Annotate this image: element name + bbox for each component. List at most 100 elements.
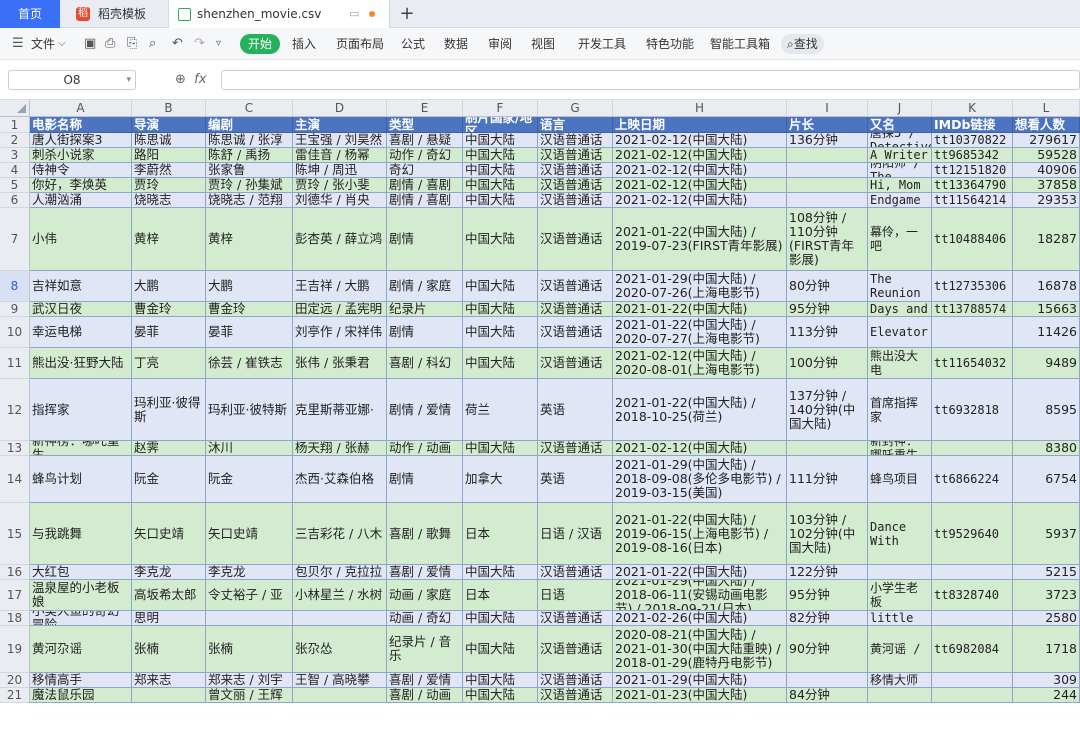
table-cell[interactable]: 喜剧 / 爱情 xyxy=(387,565,463,580)
table-cell[interactable]: 2021-01-22(中国大陆) / 2019-06-15(上海电影节) / 2… xyxy=(613,503,787,565)
table-cell[interactable]: 中国大陆 xyxy=(463,673,538,688)
row-number[interactable]: 16 xyxy=(0,565,30,580)
table-cell[interactable]: 与我跳舞 xyxy=(30,503,132,565)
table-cell[interactable]: 加拿大 xyxy=(463,456,538,503)
header-cell[interactable]: 导演 xyxy=(132,117,206,133)
table-cell[interactable]: 剧情 / 喜剧 xyxy=(387,193,463,208)
new-tab-button[interactable]: + xyxy=(396,0,418,28)
fx-icon[interactable]: fx xyxy=(194,72,206,87)
table-cell[interactable]: 王智 / 高晓攀 xyxy=(293,673,387,688)
row-number[interactable]: 17 xyxy=(0,580,30,611)
table-cell[interactable]: 中国大陆 xyxy=(463,178,538,193)
table-cell[interactable]: 阴阳师 / The xyxy=(868,163,932,178)
column-header-j[interactable]: J xyxy=(868,100,932,117)
undo-icon[interactable]: ↶ xyxy=(172,28,183,60)
table-cell[interactable]: tt6866224 xyxy=(932,456,1013,503)
table-cell[interactable]: 张楠 xyxy=(206,626,293,673)
table-cell[interactable]: 汉语普通话 xyxy=(538,302,613,317)
row-number[interactable]: 19 xyxy=(0,626,30,673)
table-cell[interactable]: 武汉日夜 xyxy=(30,302,132,317)
table-cell[interactable]: 汉语普通话 xyxy=(538,688,613,703)
table-cell[interactable]: 剧情 / 爱情 xyxy=(387,379,463,441)
table-cell[interactable]: 40906 xyxy=(1013,163,1080,178)
table-cell[interactable]: 汉语普通话 xyxy=(538,611,613,626)
header-cell[interactable]: 类型 xyxy=(387,117,463,133)
table-cell[interactable]: 279617 xyxy=(1013,133,1080,148)
spreadsheet-grid[interactable]: A B C D E F G H I J K L 1 电影名称 导演 编剧 主演 类型 制片国家/地区 语言 上映日期 片长… xyxy=(0,100,1080,751)
table-cell[interactable]: 小林星兰 / 水树 xyxy=(293,580,387,611)
table-cell[interactable]: 喜剧 / 爱情 xyxy=(387,673,463,688)
table-cell[interactable] xyxy=(787,148,868,163)
table-cell[interactable]: 309 xyxy=(1013,673,1080,688)
row-number[interactable]: 8 xyxy=(0,271,30,302)
row-number[interactable]: 15 xyxy=(0,503,30,565)
table-cell[interactable]: 李克龙 xyxy=(132,565,206,580)
table-cell[interactable] xyxy=(787,441,868,456)
table-cell[interactable]: Hi, Mom xyxy=(868,178,932,193)
menu-icon[interactable]: ☰ xyxy=(12,28,24,60)
table-cell[interactable]: tt11564214 xyxy=(932,193,1013,208)
table-cell[interactable]: 15663 xyxy=(1013,302,1080,317)
table-cell[interactable]: 汉语普通话 xyxy=(538,441,613,456)
column-header-g[interactable]: G xyxy=(538,100,613,117)
table-cell[interactable]: 中国大陆 xyxy=(463,626,538,673)
table-cell[interactable]: 2021-02-12(中国大陆) xyxy=(613,163,787,178)
table-cell[interactable]: 136分钟 xyxy=(787,133,868,148)
table-cell[interactable]: 11426 xyxy=(1013,317,1080,348)
table-cell[interactable]: 吉祥如意 xyxy=(30,271,132,302)
table-cell[interactable]: 111分钟 xyxy=(787,456,868,503)
table-cell[interactable]: 丁亮 xyxy=(132,348,206,379)
table-cell[interactable]: 张家鲁 xyxy=(206,163,293,178)
table-cell[interactable]: 奇幻 xyxy=(387,163,463,178)
table-cell[interactable]: 喜剧 / 动画 xyxy=(387,688,463,703)
table-cell[interactable]: 陈思诚 / 张淳 xyxy=(206,133,293,148)
table-cell[interactable]: 蜂鸟项目 xyxy=(868,456,932,503)
table-cell[interactable]: 244 xyxy=(1013,688,1080,703)
table-cell[interactable]: tt8328740 xyxy=(932,580,1013,611)
row-number[interactable]: 1 xyxy=(0,117,30,133)
table-cell[interactable]: 新封神：哪吒重生 xyxy=(868,441,932,456)
redo-icon[interactable]: ↷ xyxy=(194,28,205,60)
table-cell[interactable]: 魔法鼠乐园 xyxy=(30,688,132,703)
table-cell[interactable]: 中国大陆 xyxy=(463,317,538,348)
header-cell[interactable]: 编剧 xyxy=(206,117,293,133)
table-cell[interactable]: 喜剧 / 悬疑 xyxy=(387,133,463,148)
table-cell[interactable]: The Reunion xyxy=(868,271,932,302)
menu-special[interactable]: 特色功能 xyxy=(646,28,694,60)
chevron-down-icon[interactable]: ▾ xyxy=(126,71,131,89)
table-cell[interactable]: 108分钟 / 110分钟 (FIRST青年影展) xyxy=(787,208,868,271)
table-cell[interactable]: tt13364790 xyxy=(932,178,1013,193)
table-cell[interactable]: 大鹏 xyxy=(132,271,206,302)
table-cell[interactable]: 陈思诚 xyxy=(132,133,206,148)
table-cell[interactable]: 贾玲 xyxy=(132,178,206,193)
table-cell[interactable]: 2021-01-23(中国大陆) xyxy=(613,688,787,703)
save-icon[interactable]: ▣ xyxy=(84,28,96,60)
row-number[interactable]: 6 xyxy=(0,193,30,208)
table-cell[interactable]: 矢口史靖 xyxy=(206,503,293,565)
table-cell[interactable]: 李克龙 xyxy=(206,565,293,580)
table-cell[interactable]: 思明 xyxy=(132,611,206,626)
table-cell[interactable]: 中国大陆 xyxy=(463,302,538,317)
table-cell[interactable]: 汉语普通话 xyxy=(538,148,613,163)
table-cell[interactable]: 剧情 xyxy=(387,208,463,271)
table-cell[interactable]: 晏菲 xyxy=(206,317,293,348)
table-cell[interactable] xyxy=(293,688,387,703)
column-header-c[interactable]: C xyxy=(206,100,293,117)
zoom-icon[interactable]: ⊕ xyxy=(175,72,186,87)
table-cell[interactable]: 沐川 xyxy=(206,441,293,456)
table-cell[interactable] xyxy=(293,611,387,626)
column-header-a[interactable]: A xyxy=(30,100,132,117)
row-number[interactable]: 9 xyxy=(0,302,30,317)
table-cell[interactable]: 9489 xyxy=(1013,348,1080,379)
table-cell[interactable]: 张尕怂 xyxy=(293,626,387,673)
table-cell[interactable]: 你好，李焕英 xyxy=(30,178,132,193)
table-cell[interactable] xyxy=(132,688,206,703)
table-cell[interactable] xyxy=(932,317,1013,348)
table-cell[interactable]: 矢口史靖 xyxy=(132,503,206,565)
table-cell[interactable]: 动作 / 动画 xyxy=(387,441,463,456)
menu-smart-toolbox[interactable]: 智能工具箱 xyxy=(710,28,770,60)
table-cell[interactable]: 2021-01-22(中国大陆) / 2020-07-27(上海电影节) xyxy=(613,317,787,348)
table-cell[interactable]: 刘德华 / 肖央 xyxy=(293,193,387,208)
table-cell[interactable]: 中国大陆 xyxy=(463,611,538,626)
row-number[interactable]: 21 xyxy=(0,688,30,703)
